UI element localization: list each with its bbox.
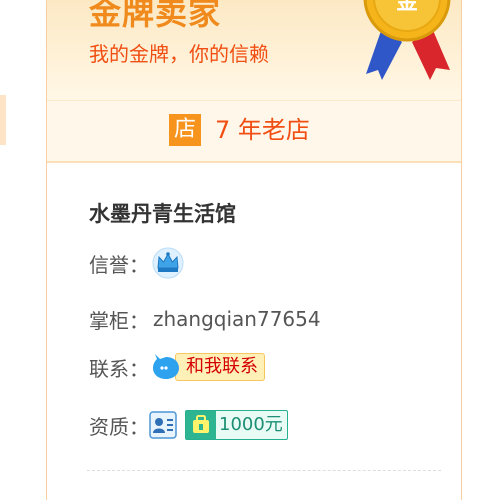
id-card-icon[interactable] — [149, 411, 177, 439]
banner-title: 金牌卖家 — [89, 0, 222, 32]
chat-bubble-icon — [153, 354, 179, 379]
deposit-bag-glyph — [193, 415, 209, 433]
contact-me-button[interactable]: 和我联系 — [151, 353, 265, 381]
contact-label: 联系： — [89, 356, 149, 381]
reputation-label: 信誉： — [89, 252, 149, 277]
store-age-text: 7 年老店 — [215, 116, 310, 144]
keeper-label: 掌柜： — [89, 308, 149, 333]
deposit-value: 1000元 — [219, 414, 283, 435]
shop-icon: 店 — [169, 114, 201, 146]
keeper-name-link[interactable]: zhangqian77654 — [153, 307, 321, 331]
shop-info-card: 金牌卖家 我的金牌，你的信赖 金 店 7 年老店 水墨丹青生活馆 信誉： 掌柜：… — [46, 0, 462, 500]
contact-me-label: 和我联系 — [175, 353, 265, 381]
contact-row: 联系： 和我联系 — [89, 350, 265, 384]
gold-seller-banner: 金牌卖家 我的金牌，你的信赖 金 — [47, 0, 461, 100]
store-age-strip: 店 7 年老店 — [47, 100, 461, 163]
medal-text: 金 — [395, 0, 419, 15]
left-edge-decoration — [0, 95, 6, 145]
banner-slogan: 我的金牌，你的信赖 — [89, 42, 269, 66]
gold-medal-icon: 金 — [363, 0, 451, 80]
consumer-deposit-badge[interactable]: 1000元 — [185, 410, 288, 440]
shop-info-page: 金牌卖家 我的金牌，你的信赖 金 店 7 年老店 水墨丹青生活馆 信誉： 掌柜：… — [0, 0, 500, 500]
keeper-row: 掌柜： zhangqian77654 — [89, 302, 321, 336]
section-divider — [87, 470, 441, 471]
shop-name-link[interactable]: 水墨丹青生活馆 — [89, 198, 236, 228]
deposit-bag-icon — [186, 411, 216, 439]
credentials-row: 资质： 1000元 — [89, 408, 288, 442]
credentials-label: 资质： — [89, 414, 149, 439]
blue-crown-icon[interactable] — [151, 246, 185, 280]
reputation-row: 信誉： — [89, 246, 185, 280]
